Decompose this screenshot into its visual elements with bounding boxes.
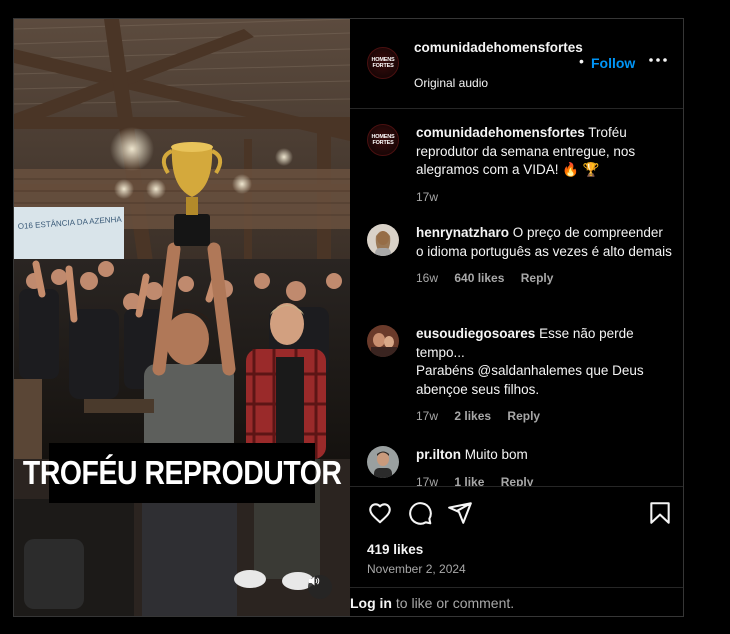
heart-icon[interactable] xyxy=(367,500,393,526)
comment-likes[interactable]: 640 likes xyxy=(454,271,504,285)
comment-meta: 17w xyxy=(416,188,674,207)
comment-meta: 17w 2 likes Reply xyxy=(416,407,674,426)
comment-time[interactable]: 17w xyxy=(416,475,438,487)
comment-meta: 16w 640 likes Reply xyxy=(416,269,674,288)
author-username[interactable]: comunidadehomensfortes xyxy=(414,39,594,57)
more-options-icon[interactable] xyxy=(646,51,670,69)
comment-username[interactable]: pr.ilton xyxy=(416,447,461,462)
video-frame-image: O16 ESTÂNCIA DA AZENHA xyxy=(14,19,350,616)
comment-time[interactable]: 17w xyxy=(416,409,438,423)
comment-likes[interactable]: 1 like xyxy=(454,475,484,487)
user-photo xyxy=(367,325,399,357)
comment-meta: 17w 1 like Reply xyxy=(416,473,674,487)
post-header: HOMENS FORTES comunidadehomensfortes Ori… xyxy=(350,19,683,109)
comment-avatar[interactable]: HOMENS FORTES xyxy=(367,124,399,156)
comment-username[interactable]: eusoudiegosoares xyxy=(416,326,535,341)
post-dialog: O16 ESTÂNCIA DA AZENHA TROFÉU REPRODUTOR… xyxy=(13,18,684,617)
comment-likes[interactable]: 2 likes xyxy=(454,409,491,423)
author-avatar[interactable]: HOMENS FORTES xyxy=(367,47,399,79)
audio-label[interactable]: Original audio xyxy=(414,76,488,90)
comment-body: comunidadehomensfortes Troféu reprodutor… xyxy=(416,124,674,206)
comment-text: Muito bom xyxy=(464,447,528,462)
share-icon[interactable] xyxy=(447,500,473,526)
login-link[interactable]: Log in xyxy=(350,595,392,611)
speaker-icon xyxy=(309,576,320,586)
avatar-logo-text-bottom: FORTES xyxy=(372,63,394,69)
video-caption-text: TROFÉU REPRODUTOR xyxy=(22,454,342,491)
comment-username[interactable]: comunidadehomensfortes xyxy=(416,125,585,140)
login-prompt-text: to like or comment. xyxy=(392,595,515,611)
video-caption-overlay: TROFÉU REPRODUTOR xyxy=(23,443,342,503)
comment-avatar[interactable] xyxy=(367,224,399,256)
post-media-video[interactable]: O16 ESTÂNCIA DA AZENHA TROFÉU REPRODUTOR xyxy=(14,19,350,616)
post-date[interactable]: November 2, 2024 xyxy=(367,562,466,576)
avatar-logo-text-bottom: FORTES xyxy=(372,140,394,146)
reply-button[interactable]: Reply xyxy=(501,475,534,487)
user-photo xyxy=(367,446,399,478)
follow-button[interactable]: Follow xyxy=(591,55,635,71)
separator-dot: • xyxy=(579,53,584,69)
save-bookmark-icon[interactable] xyxy=(647,500,673,526)
post-actions: 419 likes November 2, 2024 Log in to lik… xyxy=(350,486,683,616)
login-prompt: Log in to like or comment. xyxy=(350,587,683,616)
comment-body: eusoudiegosoares Esse não perde tempo...… xyxy=(416,325,674,426)
comment-avatar[interactable] xyxy=(367,325,399,357)
comment-time[interactable]: 17w xyxy=(416,190,438,204)
comments-list[interactable]: HOMENS FORTES comunidadehomensfortes Tro… xyxy=(350,109,683,486)
reply-button[interactable]: Reply xyxy=(521,271,554,285)
audio-toggle-button[interactable] xyxy=(308,575,332,599)
comment-time[interactable]: 16w xyxy=(416,271,438,285)
comment-body: pr.ilton Muito bom 17w 1 like Reply xyxy=(416,446,674,486)
comment-text-line2: Parabéns @saldanhalemes que Deus abençoe… xyxy=(416,363,644,397)
comment-icon[interactable] xyxy=(407,500,433,526)
comment-username[interactable]: henrynatzharo xyxy=(416,225,509,240)
comment-avatar[interactable] xyxy=(367,446,399,478)
user-photo xyxy=(367,224,399,256)
reply-button[interactable]: Reply xyxy=(507,409,540,423)
comment-body: henrynatzharo O preço de compreender o i… xyxy=(416,224,674,288)
likes-count[interactable]: 419 likes xyxy=(367,542,423,557)
post-side-panel: HOMENS FORTES comunidadehomensfortes Ori… xyxy=(350,19,683,616)
